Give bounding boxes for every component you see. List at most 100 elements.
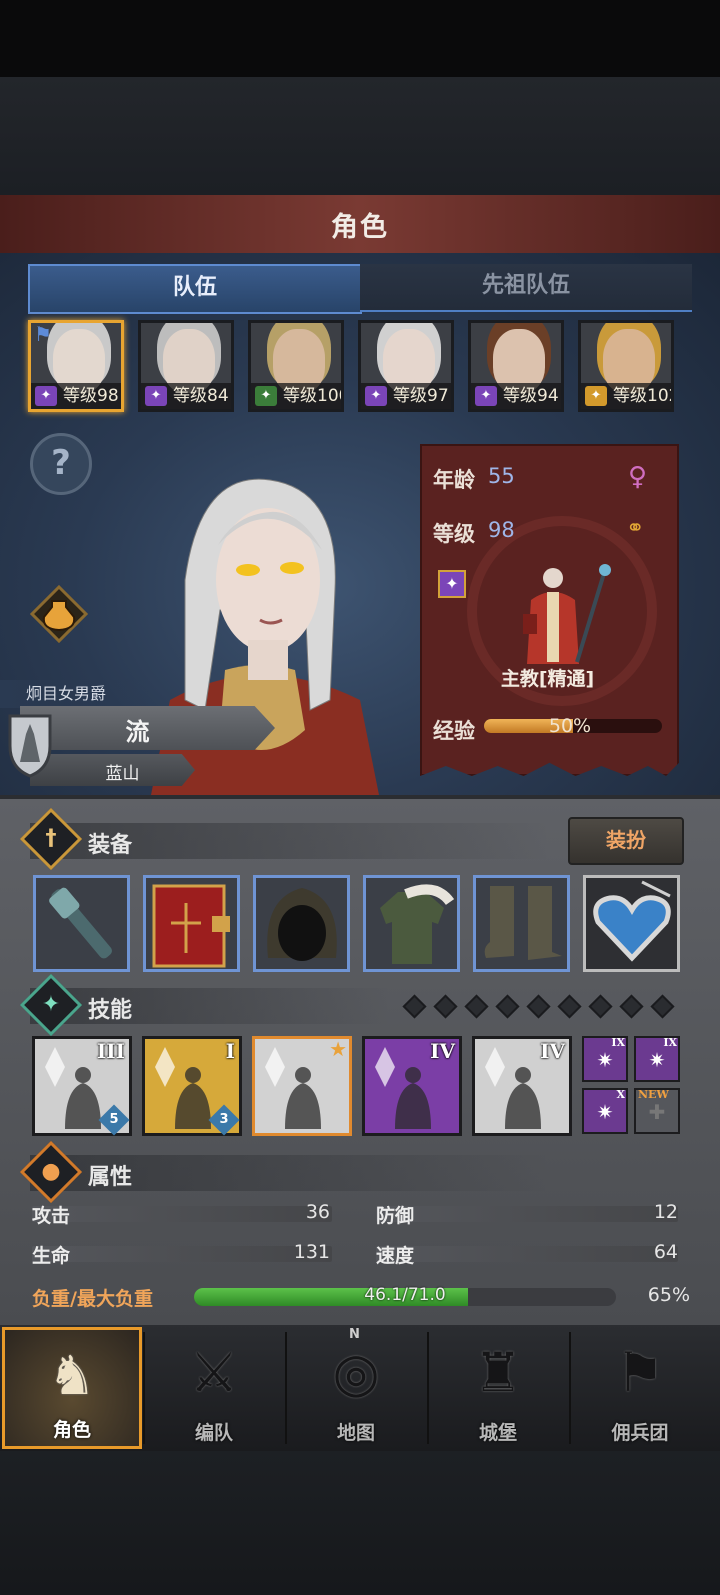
nav-label: 角色: [52, 1419, 91, 1441]
mini-skill-slot[interactable]: X ✷: [582, 1088, 628, 1134]
nav-label: 城堡: [478, 1422, 517, 1444]
class-icon: ✦: [255, 386, 277, 406]
nav-icon: ⚑: [615, 1341, 665, 1404]
nav-icon: ♜: [473, 1341, 523, 1404]
skill-slot[interactable]: IV: [472, 1036, 572, 1136]
heart-amulet-icon: [593, 880, 671, 962]
hero-portrait[interactable]: 等级100 ✦: [248, 320, 344, 412]
skill-slot[interactable]: IV: [362, 1036, 462, 1136]
equip-slot-head[interactable]: [253, 875, 350, 972]
hero-portrait[interactable]: 等级97 ✦: [358, 320, 454, 412]
defense-label: 防御: [376, 1205, 415, 1227]
nav-icon: ◎: [332, 1341, 380, 1404]
nav-label: 地图: [336, 1422, 375, 1444]
page-title: 角色: [331, 212, 389, 243]
nav-item[interactable]: ◎ 地图: [286, 1327, 426, 1449]
skills-title: 技能: [88, 998, 133, 1023]
equip-slot-amulet[interactable]: [583, 875, 680, 972]
tab-ancestor-team[interactable]: 先祖队伍: [360, 264, 692, 312]
skill-rank: IV: [430, 1039, 455, 1063]
holy-book-icon: [152, 884, 230, 968]
skill-badge-value: 3: [219, 1112, 229, 1127]
rings-icon[interactable]: ⚭: [626, 516, 644, 541]
age-label: 年龄: [433, 468, 475, 492]
nav-item[interactable]: ⚑ 佣兵团: [570, 1327, 710, 1449]
weight-value: 46.1/71.0: [364, 1285, 446, 1305]
weight-percent: 65%: [647, 1284, 690, 1306]
sparkle-icon: ✷: [648, 1048, 666, 1072]
flag-icon: ⚑: [34, 322, 52, 346]
mini-skill-slot[interactable]: IX ✷: [582, 1036, 628, 1082]
help-icon[interactable]: ?: [30, 433, 92, 495]
level-value: 98: [488, 518, 515, 542]
nav-label: 佣兵团: [611, 1422, 669, 1444]
skill-badge-value: 5: [109, 1112, 119, 1127]
skill-slot[interactable]: I3: [142, 1036, 242, 1136]
skill-badge: 5: [98, 1104, 130, 1136]
level-label: 等级: [433, 522, 475, 546]
nav-item[interactable]: ♞ 角色: [2, 1327, 142, 1449]
equip-slot-offhand[interactable]: [143, 875, 240, 972]
weight-label: 负重/最大负重: [32, 1288, 153, 1310]
skill-slot[interactable]: ★: [252, 1036, 352, 1136]
skill-slot[interactable]: III 5: [32, 1036, 132, 1136]
equip-slot-feet[interactable]: [473, 875, 570, 972]
class-icon: ✦: [585, 386, 607, 406]
attack-label: 攻击: [32, 1205, 71, 1227]
defense-value: 12: [653, 1201, 678, 1223]
class-icon: ✦: [145, 386, 167, 406]
class-badge-icon: ✦: [438, 570, 466, 598]
skill-badge: 3: [208, 1104, 240, 1136]
attributes-title: 属性: [88, 1165, 133, 1190]
potion-icon[interactable]: [30, 585, 88, 643]
attack-value: 36: [305, 1201, 330, 1223]
mace-icon: [49, 887, 112, 959]
name-plate: 流: [20, 706, 275, 750]
crest-shield-icon[interactable]: [6, 712, 54, 778]
speed-label: 速度: [376, 1245, 415, 1267]
character-portrait: [150, 478, 380, 800]
female-icon: ♀: [628, 462, 648, 492]
nav-item[interactable]: ♜ 城堡: [428, 1327, 568, 1449]
top-band: [0, 77, 720, 195]
age-value: 55: [488, 464, 515, 488]
class-icon: ✦: [35, 386, 57, 406]
nav-item[interactable]: ⚔ 编队: [144, 1327, 284, 1449]
bottom-band: [0, 1451, 720, 1595]
dress-up-button[interactable]: 装扮: [568, 817, 684, 865]
character-name: 流: [125, 718, 150, 746]
equip-slot-weapon[interactable]: [33, 875, 130, 972]
skill-rank: III: [96, 1039, 125, 1063]
equipment-title: 装备: [88, 833, 133, 858]
hp-value: 131: [293, 1241, 330, 1263]
boots-icon: [484, 886, 562, 960]
class-icon: ✦: [475, 386, 497, 406]
class-name: 主教[精通]: [500, 668, 595, 690]
bishop-figure: [523, 564, 611, 664]
character-title: 炯目女男爵: [0, 680, 150, 708]
sparkle-icon: ✷: [596, 1100, 614, 1124]
hero-portrait[interactable]: 等级84 ✦: [138, 320, 234, 412]
equip-slot-body[interactable]: [363, 875, 460, 972]
character-origin: 蓝山: [105, 764, 140, 784]
sparkle-icon: ✷: [596, 1048, 614, 1072]
exp-percent: 50%: [548, 715, 592, 737]
empty-skill-slot[interactable]: NEW ✚: [634, 1088, 680, 1134]
hero-portrait[interactable]: 等级102 ✦: [578, 320, 674, 412]
compass-north-label: N: [349, 1327, 360, 1342]
mini-skill-slot[interactable]: IX ✷: [634, 1036, 680, 1082]
class-icon: ✦: [365, 386, 387, 406]
exp-label: 经验: [433, 719, 475, 743]
star-icon: ★: [329, 1037, 347, 1061]
title-bar: 角色: [0, 195, 720, 256]
hp-label: 生命: [32, 1245, 71, 1267]
nav-icon: ♞: [47, 1344, 97, 1407]
tunic-icon: [380, 884, 455, 964]
hero-portrait[interactable]: 等级94 ✦: [468, 320, 564, 412]
skill-rank: IV: [540, 1039, 565, 1063]
skill-rank: I: [225, 1039, 235, 1063]
plus-icon: ✚: [648, 1100, 666, 1124]
nav-label: 编队: [194, 1422, 233, 1444]
tab-team[interactable]: 队伍: [28, 264, 362, 314]
hood-icon: [267, 888, 337, 961]
